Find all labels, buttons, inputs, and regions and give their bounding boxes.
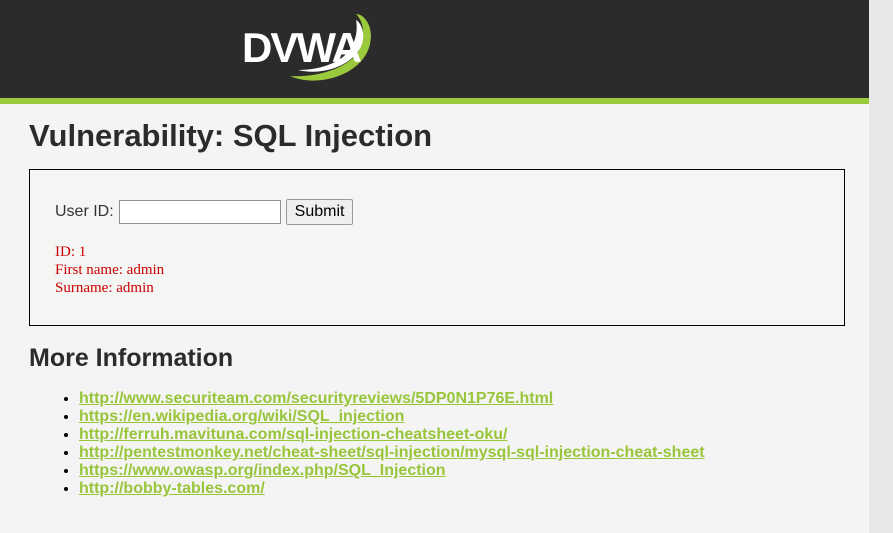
link-pentestmonkey[interactable]: http://pentestmonkey.net/cheat-sheet/sql…: [79, 444, 705, 461]
result-id: ID: 1: [55, 244, 87, 260]
result-surname: Surname: admin: [55, 280, 154, 296]
link-wikipedia[interactable]: https://en.wikipedia.org/wiki/SQL_inject…: [79, 408, 404, 425]
link-bobby-tables[interactable]: http://bobby-tables.com/: [79, 480, 265, 497]
header-bar: DVWA: [0, 0, 869, 104]
dvwa-logo: DVWA: [242, 14, 371, 81]
link-ferruh[interactable]: http://ferruh.mavituna.com/sql-injection…: [79, 426, 508, 443]
page: DVWA Vulnerability: SQL Injection User I…: [0, 0, 869, 533]
scrollbar-track[interactable]: [869, 0, 893, 533]
userid-label: User ID:: [55, 203, 114, 220]
list-item: http://www.securiteam.com/securityreview…: [79, 390, 705, 408]
sqli-form: User ID: Submit: [55, 199, 354, 225]
more-info-links: http://www.securiteam.com/securityreview…: [63, 390, 705, 498]
list-item: http://ferruh.mavituna.com/sql-injection…: [79, 426, 705, 444]
list-item: https://www.owasp.org/index.php/SQL_Inje…: [79, 462, 705, 480]
query-result: ID: 1 First name: admin Surname: admin: [55, 243, 164, 297]
svg-text:DVWA: DVWA: [242, 24, 362, 71]
more-info-heading: More Information: [29, 344, 234, 372]
link-owasp[interactable]: https://www.owasp.org/index.php/SQL_Inje…: [79, 462, 446, 479]
list-item: https://en.wikipedia.org/wiki/SQL_inject…: [79, 408, 705, 426]
submit-button[interactable]: Submit: [285, 199, 354, 225]
list-item: http://pentestmonkey.net/cheat-sheet/sql…: [79, 444, 705, 462]
list-item: http://bobby-tables.com/: [79, 480, 705, 498]
userid-input[interactable]: [118, 200, 281, 224]
vulnerable-code-area: User ID: Submit ID: 1 First name: admin …: [29, 169, 845, 326]
page-title: Vulnerability: SQL Injection: [29, 118, 433, 153]
result-first-name: First name: admin: [55, 262, 165, 278]
link-securiteam[interactable]: http://www.securiteam.com/securityreview…: [79, 390, 553, 407]
